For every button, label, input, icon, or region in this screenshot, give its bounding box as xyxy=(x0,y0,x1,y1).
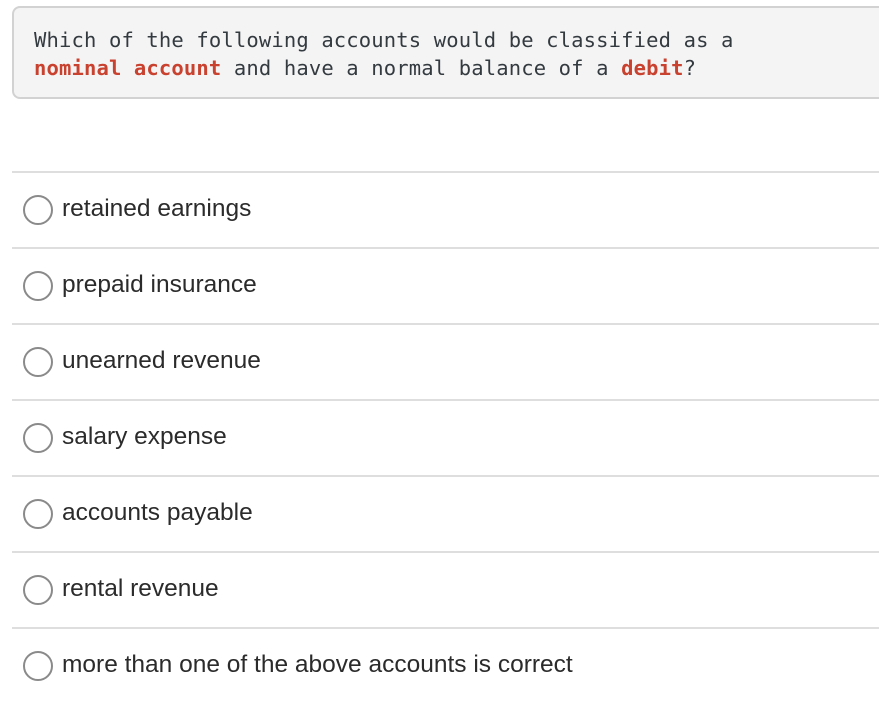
question-mark: ? xyxy=(683,56,697,80)
radio-button-icon[interactable] xyxy=(23,195,53,225)
radio-button-icon[interactable] xyxy=(23,499,53,529)
highlight-debit: debit xyxy=(621,56,684,80)
question-box: Which of the following accounts would be… xyxy=(12,6,879,99)
option-salary-expense[interactable]: salary expense xyxy=(12,401,879,475)
option-rental-revenue[interactable]: rental revenue xyxy=(12,553,879,627)
answer-options: retained earnings prepaid insurance unea… xyxy=(12,171,879,703)
option-accounts-payable[interactable]: accounts payable xyxy=(12,477,879,551)
option-label: prepaid insurance xyxy=(62,270,257,298)
radio-button-icon[interactable] xyxy=(23,423,53,453)
option-label: rental revenue xyxy=(62,574,219,602)
highlight-nominal-account: nominal account xyxy=(34,56,222,80)
question-line-2-text: and have a normal balance of a xyxy=(221,56,622,80)
question-line-1: Which of the following accounts would be… xyxy=(34,28,734,52)
option-label: retained earnings xyxy=(62,194,252,222)
radio-button-icon[interactable] xyxy=(23,575,53,605)
radio-button-icon[interactable] xyxy=(23,651,53,681)
radio-button-icon[interactable] xyxy=(23,347,53,377)
radio-button-icon[interactable] xyxy=(23,271,53,301)
option-label: unearned revenue xyxy=(62,346,261,374)
option-unearned-revenue[interactable]: unearned revenue xyxy=(12,325,879,399)
option-label: salary expense xyxy=(62,422,227,450)
option-label: accounts payable xyxy=(62,498,253,526)
option-label: more than one of the above accounts is c… xyxy=(62,650,573,678)
option-more-than-one[interactable]: more than one of the above accounts is c… xyxy=(12,629,879,703)
option-prepaid-insurance[interactable]: prepaid insurance xyxy=(12,249,879,323)
option-retained-earnings[interactable]: retained earnings xyxy=(12,173,879,247)
question-text: Which of the following accounts would be… xyxy=(34,26,879,82)
